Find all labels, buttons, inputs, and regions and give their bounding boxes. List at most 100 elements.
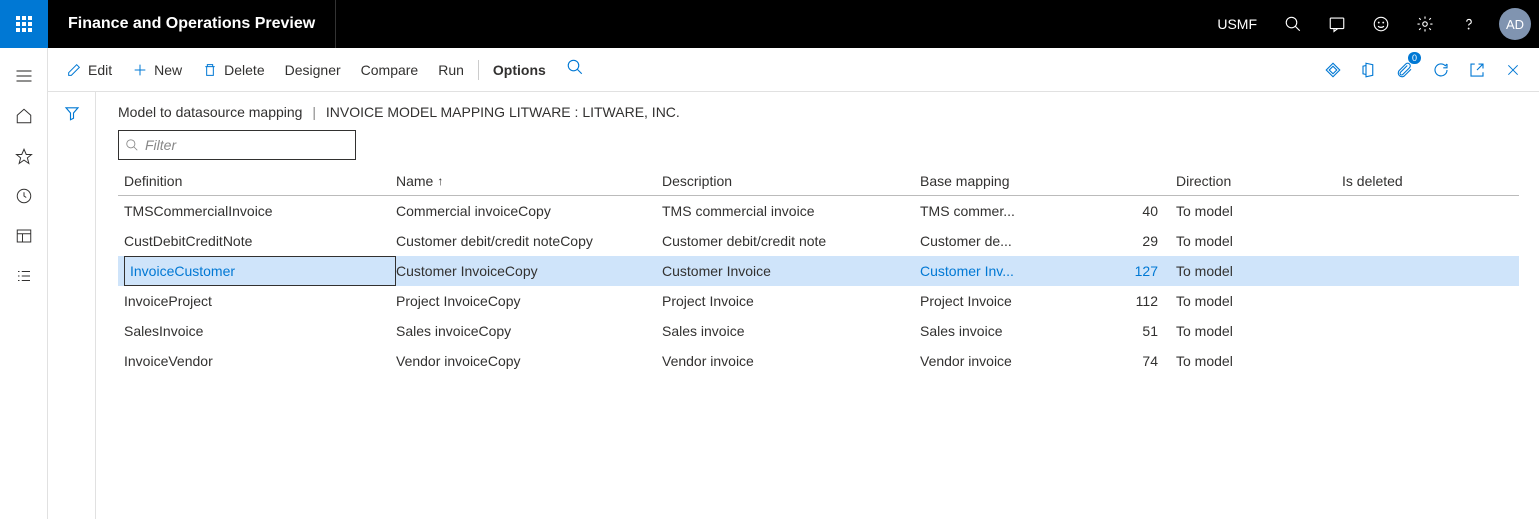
workspace-icon[interactable] (0, 216, 48, 256)
delete-label: Delete (224, 62, 264, 78)
designer-button[interactable]: Designer (275, 54, 351, 86)
nav-rail (0, 48, 48, 519)
cell-name[interactable]: Customer InvoiceCopy (396, 263, 662, 279)
col-header-direction[interactable]: Direction (1162, 173, 1342, 189)
cell-direction[interactable]: To model (1162, 293, 1342, 309)
cell-name[interactable]: Commercial invoiceCopy (396, 203, 662, 219)
gear-icon[interactable] (1403, 0, 1447, 48)
cell-name[interactable]: Project InvoiceCopy (396, 293, 662, 309)
cell-direction[interactable]: To model (1162, 263, 1342, 279)
table-row[interactable]: InvoiceVendorVendor invoiceCopyVendor in… (118, 346, 1519, 376)
edit-label: Edit (88, 62, 112, 78)
cell-definition[interactable]: InvoiceProject (124, 293, 396, 309)
table-row[interactable]: InvoiceCustomerCustomer InvoiceCopyCusto… (118, 256, 1519, 286)
help-icon[interactable] (1447, 0, 1491, 48)
breadcrumb-separator: | (306, 104, 322, 120)
office-icon[interactable] (1351, 54, 1387, 86)
data-grid: Definition Name↑ Description Base mappin… (118, 166, 1519, 376)
cell-base-mapping[interactable]: Vendor invoice (920, 353, 1120, 369)
compare-button[interactable]: Compare (351, 54, 429, 86)
cell-number[interactable]: 127 (1120, 263, 1162, 279)
cell-definition[interactable]: InvoiceVendor (124, 353, 396, 369)
recent-icon[interactable] (0, 176, 48, 216)
cell-direction[interactable]: To model (1162, 233, 1342, 249)
cell-description[interactable]: TMS commercial invoice (662, 203, 920, 219)
run-button[interactable]: Run (428, 54, 474, 86)
cell-direction[interactable]: To model (1162, 323, 1342, 339)
cell-number[interactable]: 74 (1120, 353, 1162, 369)
search-icon[interactable] (1271, 0, 1315, 48)
cell-description[interactable]: Customer debit/credit note (662, 233, 920, 249)
grid-header: Definition Name↑ Description Base mappin… (118, 166, 1519, 196)
cell-number[interactable]: 40 (1120, 203, 1162, 219)
quick-filter-input[interactable] (139, 137, 349, 153)
search-icon (125, 138, 139, 152)
sort-ascending-icon: ↑ (437, 174, 443, 188)
options-label: Options (493, 62, 546, 78)
toolbar-divider (478, 60, 479, 80)
cell-base-mapping[interactable]: Customer de... (920, 233, 1120, 249)
action-toolbar: Edit New Delete Designer Compare Run Opt… (48, 48, 1539, 92)
chat-icon[interactable] (1315, 0, 1359, 48)
cell-base-mapping[interactable]: Customer Inv... (920, 263, 1120, 279)
cell-definition[interactable]: CustDebitCreditNote (124, 233, 396, 249)
table-row[interactable]: TMSCommercialInvoiceCommercial invoiceCo… (118, 196, 1519, 226)
close-icon[interactable] (1495, 54, 1531, 86)
compare-label: Compare (361, 62, 419, 78)
cell-description[interactable]: Customer Invoice (662, 263, 920, 279)
cell-number[interactable]: 112 (1120, 293, 1162, 309)
attachments-badge: 0 (1408, 52, 1421, 64)
cell-description[interactable]: Project Invoice (662, 293, 920, 309)
company-code[interactable]: USMF (1203, 16, 1271, 32)
popout-icon[interactable] (1459, 54, 1495, 86)
avatar[interactable]: AD (1499, 8, 1531, 40)
cell-definition[interactable]: TMSCommercialInvoice (124, 203, 396, 219)
new-button[interactable]: New (122, 54, 192, 86)
cell-name[interactable]: Vendor invoiceCopy (396, 353, 662, 369)
cell-description[interactable]: Sales invoice (662, 323, 920, 339)
hamburger-icon[interactable] (0, 56, 48, 96)
col-header-definition[interactable]: Definition (118, 173, 396, 189)
table-row[interactable]: InvoiceProjectProject InvoiceCopyProject… (118, 286, 1519, 316)
cell-name[interactable]: Customer debit/credit noteCopy (396, 233, 662, 249)
breadcrumb-part2: INVOICE MODEL MAPPING LITWARE : LITWARE,… (326, 104, 680, 120)
table-row[interactable]: SalesInvoiceSales invoiceCopySales invoi… (118, 316, 1519, 346)
cell-base-mapping[interactable]: Sales invoice (920, 323, 1120, 339)
cell-definition[interactable]: SalesInvoice (124, 323, 396, 339)
delete-button[interactable]: Delete (192, 54, 274, 86)
col-header-is-deleted[interactable]: Is deleted (1342, 173, 1462, 189)
breadcrumb-part1: Model to datasource mapping (118, 104, 302, 120)
cell-number[interactable]: 51 (1120, 323, 1162, 339)
cell-base-mapping[interactable]: TMS commer... (920, 203, 1120, 219)
funnel-icon (63, 104, 81, 122)
edit-button[interactable]: Edit (56, 54, 122, 86)
col-header-base-mapping[interactable]: Base mapping (920, 173, 1120, 189)
refresh-icon[interactable] (1423, 54, 1459, 86)
options-button[interactable]: Options (483, 54, 556, 86)
diamond-icon[interactable] (1315, 54, 1351, 86)
filter-pane-toggle[interactable] (48, 92, 96, 519)
breadcrumb: Model to datasource mapping | INVOICE MO… (118, 104, 1519, 120)
quick-filter[interactable] (118, 130, 356, 160)
attachments-icon[interactable]: 0 (1387, 54, 1423, 86)
cell-direction[interactable]: To model (1162, 353, 1342, 369)
run-label: Run (438, 62, 464, 78)
cell-base-mapping[interactable]: Project Invoice (920, 293, 1120, 309)
modules-icon[interactable] (0, 256, 48, 296)
cell-definition[interactable]: InvoiceCustomer (124, 256, 396, 286)
cell-direction[interactable]: To model (1162, 203, 1342, 219)
col-header-description[interactable]: Description (662, 173, 920, 189)
home-icon[interactable] (0, 96, 48, 136)
app-launcher-button[interactable] (0, 0, 48, 48)
smiley-icon[interactable] (1359, 0, 1403, 48)
new-label: New (154, 62, 182, 78)
table-row[interactable]: CustDebitCreditNoteCustomer debit/credit… (118, 226, 1519, 256)
app-title: Finance and Operations Preview (48, 0, 336, 48)
col-header-name[interactable]: Name↑ (396, 173, 662, 189)
cell-name[interactable]: Sales invoiceCopy (396, 323, 662, 339)
toolbar-search-icon[interactable] (556, 58, 594, 81)
star-icon[interactable] (0, 136, 48, 176)
waffle-icon (16, 16, 32, 32)
cell-number[interactable]: 29 (1120, 233, 1162, 249)
cell-description[interactable]: Vendor invoice (662, 353, 920, 369)
